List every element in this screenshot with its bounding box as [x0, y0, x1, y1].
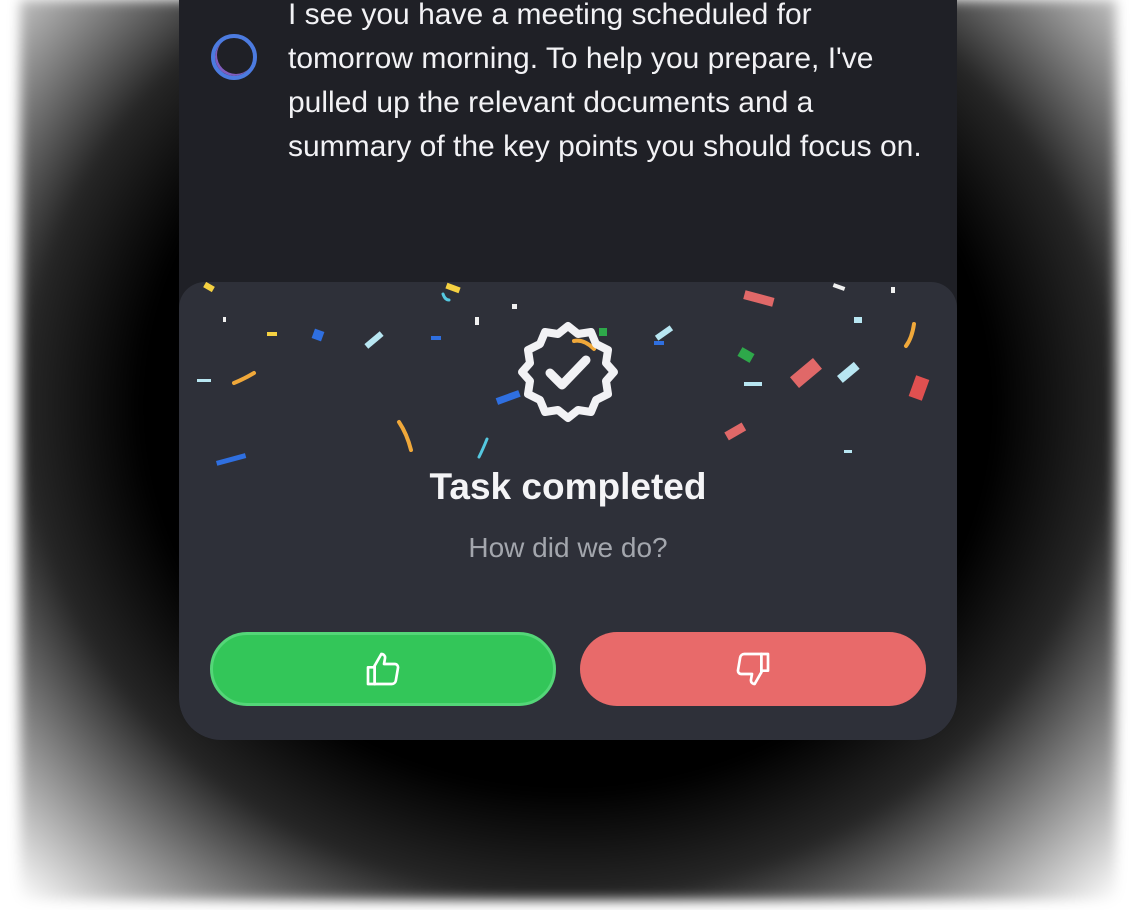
assistant-message: I see you have a meeting scheduled for t…: [179, 0, 957, 245]
assistant-screen: I see you have a meeting scheduled for t…: [179, 0, 957, 740]
task-completed-card: Task completed How did we do?: [179, 282, 957, 740]
verified-badge-check-icon: [518, 322, 618, 422]
thumbs-up-button[interactable]: [210, 632, 556, 706]
task-completed-title: Task completed: [429, 466, 707, 507]
feedback-prompt: How did we do?: [468, 532, 668, 563]
assistant-message-text: I see you have a meeting scheduled for t…: [288, 0, 922, 163]
thumbs-down-icon: [736, 652, 770, 686]
thumbs-up-icon: [366, 652, 400, 686]
thumbs-down-button[interactable]: [580, 632, 926, 706]
assistant-avatar-ring-icon: [211, 34, 257, 80]
